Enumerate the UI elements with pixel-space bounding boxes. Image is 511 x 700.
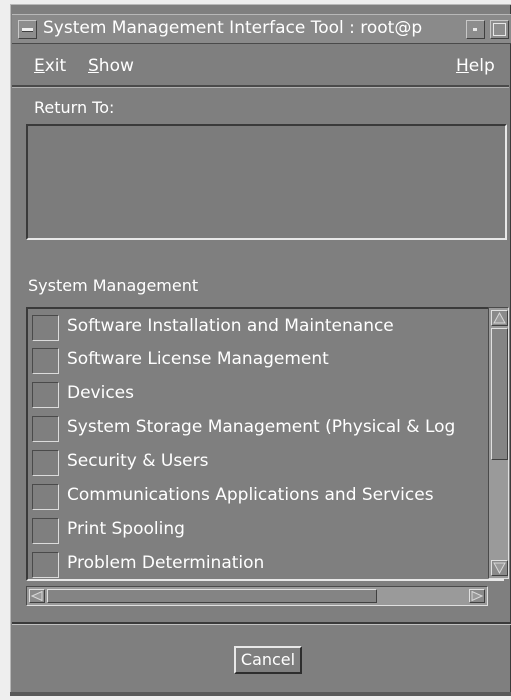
separator — [12, 622, 511, 625]
scroll-down-button[interactable] — [491, 560, 508, 576]
horizontal-scrollbar[interactable] — [26, 586, 488, 606]
list-item-label: Security & Users — [67, 451, 209, 471]
menu-bar: Exit Show Help — [12, 47, 509, 87]
menu-exit-mnemonic: E — [34, 56, 45, 76]
window-bottom-edge — [10, 692, 511, 696]
scroll-right-button[interactable] — [469, 589, 485, 603]
system-management-list[interactable]: Software Installation and Maintenance So… — [26, 307, 504, 581]
return-to-label: Return To: — [34, 98, 115, 117]
list-item[interactable]: Devices — [32, 379, 502, 409]
list-item[interactable]: Problem Determination — [32, 549, 502, 579]
scroll-up-arrow-icon — [493, 312, 506, 324]
list-item-checkbox[interactable] — [32, 382, 59, 408]
list-item-label: Software Installation and Maintenance — [67, 316, 394, 336]
return-to-list[interactable] — [26, 124, 507, 240]
menu-exit[interactable]: Exit — [34, 55, 66, 77]
menu-show-label: how — [98, 56, 134, 76]
list-item[interactable]: Print Spooling — [32, 515, 502, 545]
list-item-label: System Storage Management (Physical & Lo… — [67, 417, 456, 437]
minimize-icon — [473, 28, 477, 31]
horizontal-scroll-thumb[interactable] — [47, 589, 377, 603]
menu-help-mnemonic: H — [456, 56, 469, 76]
list-item[interactable]: Software License Management — [32, 345, 502, 375]
menu-help[interactable]: Help — [456, 55, 495, 77]
list-item-label: Print Spooling — [67, 519, 185, 539]
menu-show[interactable]: Show — [88, 55, 134, 77]
menu-help-label: elp — [468, 56, 495, 76]
list-item[interactable]: Security & Users — [32, 447, 502, 477]
list-item-label: Problem Determination — [67, 553, 265, 573]
list-item-checkbox[interactable] — [32, 450, 59, 476]
scroll-left-arrow-icon — [31, 591, 43, 601]
list-item-checkbox[interactable] — [32, 518, 59, 544]
window-menu-button[interactable] — [18, 20, 37, 39]
scroll-right-arrow-icon — [471, 591, 483, 601]
list-item-checkbox[interactable] — [32, 416, 59, 442]
vertical-scroll-thumb[interactable] — [491, 328, 508, 460]
menu-show-mnemonic: S — [88, 56, 99, 76]
list-item[interactable]: Software Installation and Maintenance — [32, 312, 502, 342]
system-management-label: System Management — [28, 276, 199, 295]
list-item[interactable]: Communications Applications and Services — [32, 481, 502, 511]
minimize-button[interactable] — [466, 20, 485, 39]
maximize-button[interactable] — [490, 20, 509, 39]
list-item-checkbox[interactable] — [32, 552, 59, 578]
window-menu-icon — [22, 28, 33, 32]
list-item-checkbox[interactable] — [32, 484, 59, 510]
list-item-label: Communications Applications and Services — [67, 485, 434, 505]
menu-exit-label: xit — [44, 56, 67, 76]
list-item-label: Devices — [67, 383, 134, 403]
scroll-left-button[interactable] — [29, 589, 45, 603]
scroll-down-arrow-icon — [493, 562, 506, 574]
list-item-checkbox[interactable] — [32, 348, 59, 374]
list-item-checkbox[interactable] — [32, 315, 59, 341]
smit-window: System Management Interface Tool : root@… — [10, 4, 511, 696]
list-item[interactable]: System Storage Management (Physical & Lo… — [32, 413, 502, 443]
scroll-up-button[interactable] — [491, 310, 508, 326]
maximize-icon — [493, 23, 506, 36]
window-title: System Management Interface Tool : root@… — [43, 18, 423, 38]
vertical-scrollbar[interactable] — [488, 307, 509, 579]
title-bar[interactable]: System Management Interface Tool : root@… — [12, 14, 511, 44]
list-item-label: Software License Management — [67, 349, 329, 369]
cancel-button[interactable]: Cancel — [234, 646, 302, 674]
